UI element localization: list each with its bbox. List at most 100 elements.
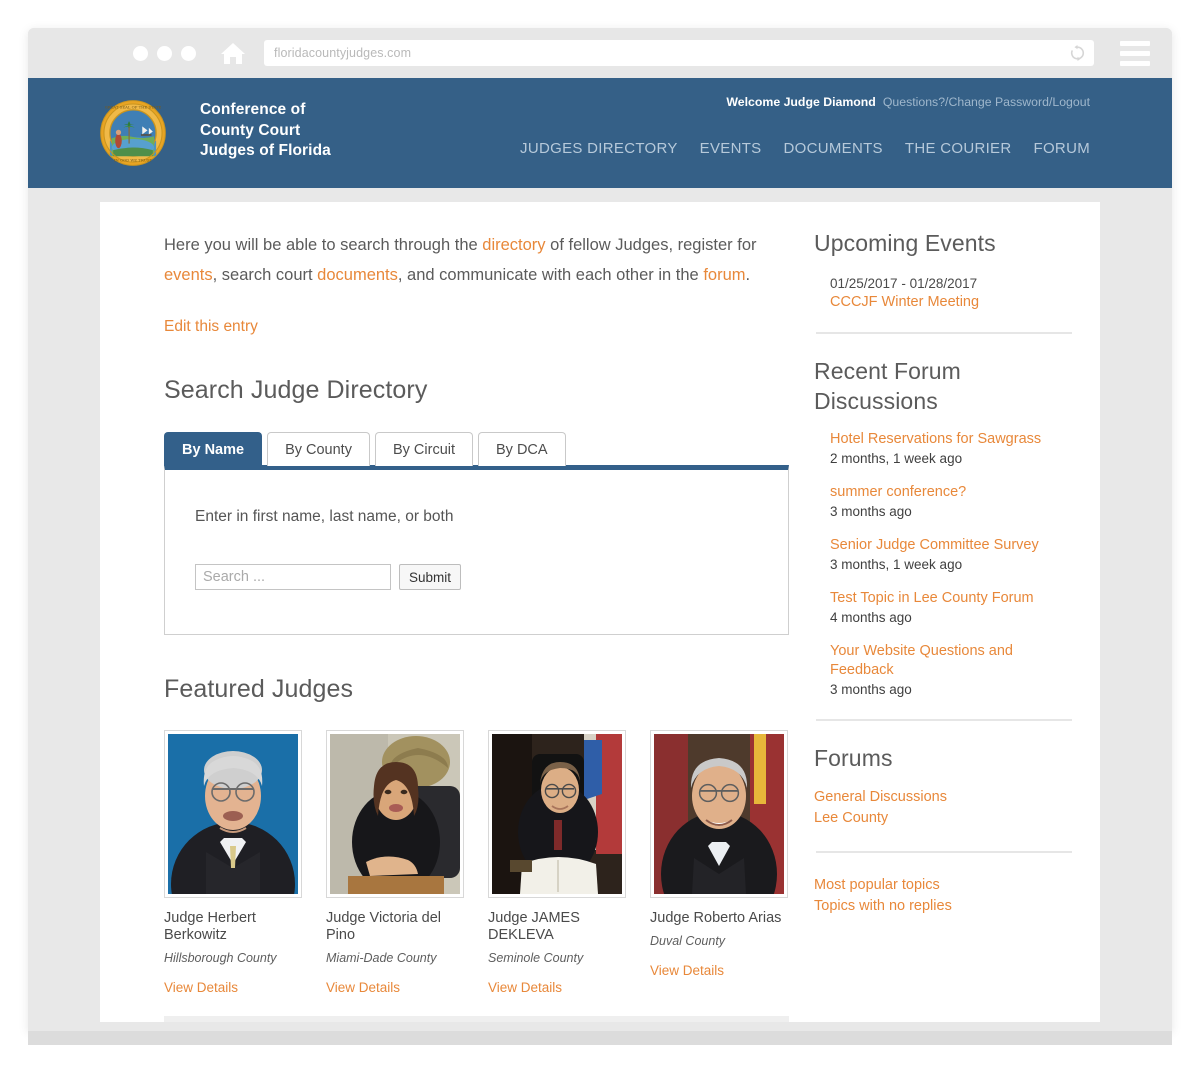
main-navigation: JUDGES DIRECTORY EVENTS DOCUMENTS THE CO… [520,140,1090,157]
forum-general-discussions-link[interactable]: General Discussions [814,787,1072,808]
window-control-dot[interactable] [181,45,196,61]
window-control-dot[interactable] [133,45,148,61]
tab-by-county[interactable]: By County [267,432,370,466]
events-link[interactable]: events [164,266,213,284]
view-details-link[interactable]: View Details [164,980,238,995]
nav-documents[interactable]: DOCUMENTS [783,140,882,157]
intro-text-2: of fellow Judges, register for [545,236,757,254]
forums-list: General Discussions Lee County [814,787,1072,829]
user-nav: Welcome Judge Diamond Questions?/Change P… [726,95,1090,109]
tab-by-name[interactable]: By Name [164,432,263,466]
hamburger-menu-icon[interactable] [1120,40,1150,66]
tab-by-dca[interactable]: By DCA [478,432,566,466]
intro-text-5: . [745,266,751,284]
questions-link[interactable]: Questions? [883,95,945,109]
forum-topic-link[interactable]: Your Website Questions and Feedback [830,642,1072,680]
url-bar[interactable]: floridacountyjudges.com [264,40,1094,66]
search-tabs: By Name By County By Circuit By DCA [164,432,789,466]
intro-paragraph: Here you will be able to search through … [164,230,789,290]
forum-lee-county-link[interactable]: Lee County [814,808,1072,829]
forum-extras-list: Most popular topics Topics with no repli… [814,875,1072,917]
forum-topic-age: 2 months, 1 week ago [830,451,963,466]
judge-card: Judge Victoria del Pino Miami-Dade Count… [326,730,464,997]
judge-card: Judge Roberto Arias Duval County View De… [650,730,788,997]
forum-topic-link[interactable]: Senior Judge Committee Survey [830,536,1072,555]
forum-topic: Senior Judge Committee Survey 3 months, … [830,536,1072,572]
divider [816,332,1072,334]
judge-card: Judge Herbert Berkowitz Hillsborough Cou… [164,730,302,997]
forum-link[interactable]: forum [703,266,745,284]
sidebar: Upcoming Events 01/25/2017 - 01/28/2017 … [814,228,1072,917]
judge-photo[interactable] [650,730,788,898]
content-card: Here you will be able to search through … [100,202,1100,1022]
nav-events[interactable]: EVENTS [700,140,762,157]
browser-window: floridacountyjudges.com GREAT SEAL OF TH… [28,28,1172,1031]
forum-topic: Hotel Reservations for Sawgrass 2 months… [830,430,1072,466]
view-details-link[interactable]: View Details [488,980,562,995]
change-password-link[interactable]: Change Password [948,95,1048,109]
divider [816,851,1072,853]
forum-topic-age: 3 months ago [830,504,912,519]
svg-text:GREAT SEAL OF THE STATE: GREAT SEAL OF THE STATE [105,105,162,110]
judge-photo[interactable] [488,730,626,898]
search-input[interactable] [195,564,391,590]
logout-link[interactable]: Logout [1052,95,1090,109]
divider [816,719,1072,721]
forum-topic-age: 3 months ago [830,682,912,697]
view-details-link[interactable]: View Details [650,963,724,978]
judge-photo[interactable] [164,730,302,898]
hamburger-line [1120,40,1150,46]
judge-county: Seminole County [488,951,584,965]
forum-topic: Test Topic in Lee County Forum 4 months … [830,589,1072,625]
upcoming-events-title: Upcoming Events [814,230,996,256]
search-form: Submit [195,564,758,590]
forum-topic-list: Hotel Reservations for Sawgrass 2 months… [814,430,1072,697]
reload-icon[interactable] [1069,45,1086,62]
home-icon[interactable] [218,38,248,68]
browser-bottom-strip [28,1031,1172,1045]
main-column: Here you will be able to search through … [164,230,789,997]
edit-this-entry-link[interactable]: Edit this entry [164,318,258,336]
most-popular-topics-link[interactable]: Most popular topics [814,875,1072,896]
topics-with-no-replies-link[interactable]: Topics with no replies [814,896,1072,917]
featured-judges-title: Featured Judges [164,675,354,703]
nav-judges-directory[interactable]: JUDGES DIRECTORY [520,140,678,157]
judge-county: Hillsborough County [164,951,277,965]
nav-forum[interactable]: FORUM [1034,140,1091,157]
event-name-link[interactable]: CCCJF Winter Meeting [830,294,1072,310]
brand-line-3: Judges of Florida [200,142,331,159]
brand-line-1: Conference of [200,101,306,118]
search-judge-directory-title: Search Judge Directory [164,376,428,404]
forum-topic-link[interactable]: summer conference? [830,483,1072,502]
directory-link[interactable]: directory [482,236,545,254]
forum-topic-link[interactable]: Hotel Reservations for Sawgrass [830,430,1072,449]
judge-name: Judge Herbert Berkowitz [164,910,256,943]
svg-text:IN GOD WE TRUST: IN GOD WE TRUST [114,157,153,162]
forum-topic-age: 3 months, 1 week ago [830,557,963,572]
site-header: GREAT SEAL OF THE STATE IN GOD WE TRUST … [28,78,1172,188]
nav-the-courier[interactable]: THE COURIER [905,140,1012,157]
judge-photo[interactable] [326,730,464,898]
intro-text-1: Here you will be able to search through … [164,236,483,254]
recent-forum-discussions-title: Recent Forum Discussions [814,358,961,414]
event-item: 01/25/2017 - 01/28/2017 CCCJF Winter Mee… [814,276,1072,310]
florida-state-seal-logo[interactable]: GREAT SEAL OF THE STATE IN GOD WE TRUST [100,100,166,166]
page-background: Here you will be able to search through … [28,188,1172,1031]
window-control-dot[interactable] [157,45,172,61]
site-brand-title: Conference of County Court Judges of Flo… [200,100,331,162]
welcome-message: Welcome Judge Diamond [726,95,876,109]
documents-link[interactable]: documents [317,266,398,284]
judge-card: Judge JAMES DEKLEVA Seminole County View… [488,730,626,997]
submit-button[interactable]: Submit [399,564,462,590]
brand-line-2: County Court [200,121,301,139]
tab-by-circuit[interactable]: By Circuit [374,432,474,466]
search-tab-panel: Enter in first name, last name, or both … [164,465,789,635]
hamburger-line [1120,50,1150,56]
forum-topic-link[interactable]: Test Topic in Lee County Forum [830,589,1072,608]
view-details-link[interactable]: View Details [326,980,400,995]
intro-text-4: , and communicate with each other in the [397,266,704,284]
forum-topic: summer conference? 3 months ago [830,483,1072,519]
window-controls[interactable] [133,45,196,61]
content-bottom-divider [164,1016,789,1022]
browser-chrome-bar: floridacountyjudges.com [28,28,1172,78]
